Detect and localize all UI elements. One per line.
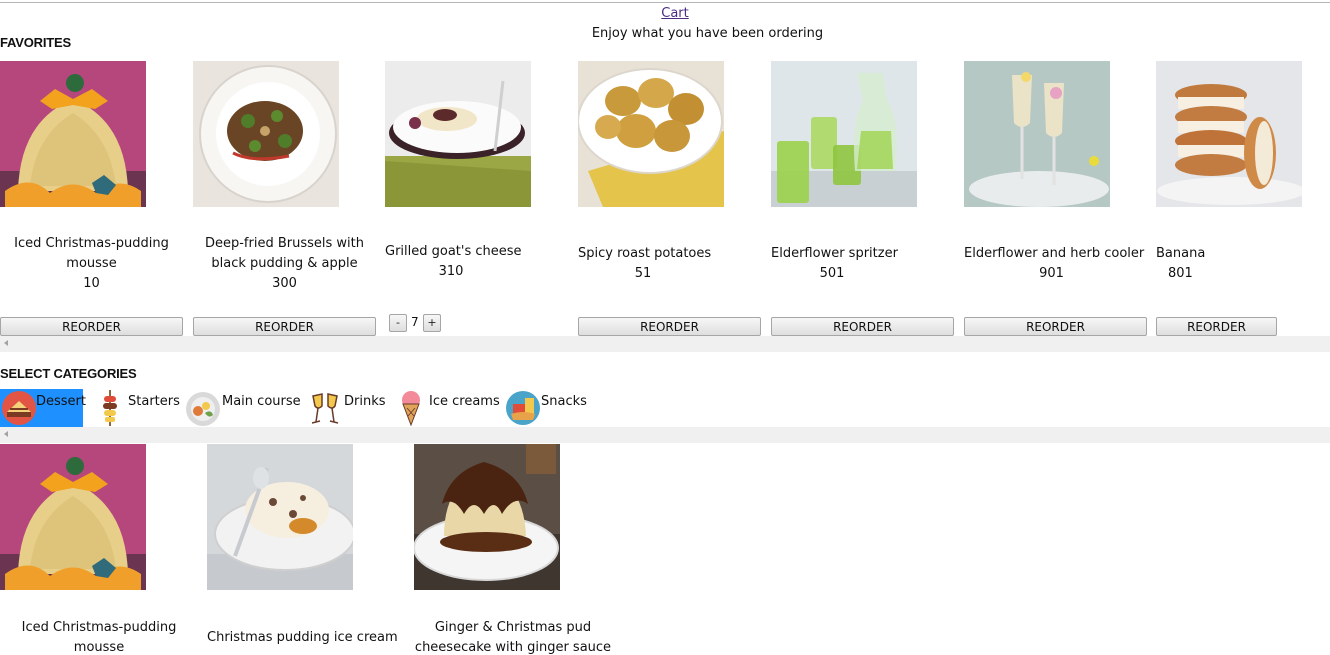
favorites-title: FAVORITES	[0, 35, 71, 50]
reorder-button[interactable]: REORDER	[0, 317, 183, 336]
increase-quantity-button[interactable]: +	[423, 314, 441, 332]
favorite-name: Iced Christmas-pudding	[14, 236, 169, 251]
reorder-button[interactable]: REORDER	[1156, 317, 1277, 336]
category-label: Main course	[222, 394, 301, 409]
favorite-price: 501	[819, 266, 845, 281]
favorite-name-line2: black pudding & apple	[211, 256, 358, 271]
category-label: Dessert	[36, 394, 86, 409]
product-name-line2: mousse	[73, 640, 125, 655]
food-image-elderflower-spritzer[interactable]	[771, 61, 917, 207]
scroll-left-arrow-icon[interactable]	[4, 431, 8, 437]
category-snacks[interactable]: Snacks	[505, 389, 591, 427]
cheers-glasses-icon	[307, 390, 343, 430]
favorite-name: Spicy roast potatoes	[578, 246, 712, 261]
reorder-button[interactable]: REORDER	[771, 317, 954, 336]
favorite-name: Grilled goat's cheese	[385, 244, 522, 259]
favorite-price: 310	[438, 264, 464, 279]
cake-slice-icon	[2, 391, 36, 429]
food-image-iced-pudding[interactable]	[0, 444, 146, 590]
food-image-goats-cheese[interactable]	[385, 61, 531, 207]
product-name: Iced Christmas-pudding	[21, 620, 177, 635]
reorder-button[interactable]: REORDER	[193, 317, 376, 336]
product-name: Christmas pudding ice cream	[207, 630, 398, 645]
favorite-name-line2: mousse	[66, 256, 117, 271]
quantity-value: 7	[411, 315, 419, 329]
food-image-pudding-ice-cream[interactable]	[207, 444, 353, 590]
category-label: Snacks	[541, 394, 587, 409]
favorite-price: 801	[1168, 266, 1193, 281]
ice-cream-cone-icon	[399, 390, 423, 430]
decrease-quantity-button[interactable]: -	[389, 314, 407, 332]
cart-link[interactable]: Cart	[0, 6, 1330, 21]
favorite-name: Banana	[1156, 246, 1206, 261]
favorites-scrollbar[interactable]	[0, 336, 1330, 352]
category-label: Ice creams	[429, 394, 500, 409]
favorite-price: 51	[634, 266, 652, 281]
food-image-brussels[interactable]	[193, 61, 339, 207]
favorite-price: 901	[1039, 266, 1064, 281]
food-image-herb-cooler[interactable]	[964, 61, 1110, 207]
reorder-button[interactable]: REORDER	[578, 317, 761, 336]
favorite-name: Elderflower and herb cooler	[964, 246, 1145, 261]
product-name-line2: cheesecake with ginger sauce	[414, 640, 612, 655]
scroll-left-arrow-icon[interactable]	[4, 340, 8, 346]
category-starters[interactable]: Starters	[95, 389, 180, 427]
food-image-banana[interactable]	[1156, 61, 1302, 207]
favorite-price: 10	[83, 276, 100, 291]
top-divider	[0, 2, 1330, 3]
reorder-button[interactable]: REORDER	[964, 317, 1147, 336]
food-image-roast-potatoes[interactable]	[578, 61, 724, 207]
favorite-price: 300	[272, 276, 297, 291]
favorite-name: Elderflower spritzer	[771, 246, 898, 261]
food-image-iced-pudding[interactable]	[0, 61, 146, 207]
category-dessert[interactable]: Dessert	[0, 389, 86, 429]
categories-scrollbar[interactable]	[0, 427, 1330, 443]
category-label: Drinks	[344, 394, 386, 409]
category-ice-creams[interactable]: Ice creams	[399, 389, 500, 430]
tagline: Enjoy what you have been ordering	[591, 26, 824, 41]
category-main-course[interactable]: Main course	[185, 389, 301, 427]
plate-icon	[185, 391, 221, 431]
food-image-ginger-cheesecake[interactable]	[414, 444, 560, 590]
category-drinks[interactable]: Drinks	[307, 389, 389, 427]
favorite-name: Deep-fried Brussels with	[204, 236, 364, 251]
skewer-icon	[99, 390, 121, 430]
category-label: Starters	[128, 394, 180, 409]
snacks-icon	[505, 390, 541, 430]
product-name: Ginger & Christmas pud	[434, 620, 592, 635]
categories-title: SELECT CATEGORIES	[0, 366, 137, 381]
